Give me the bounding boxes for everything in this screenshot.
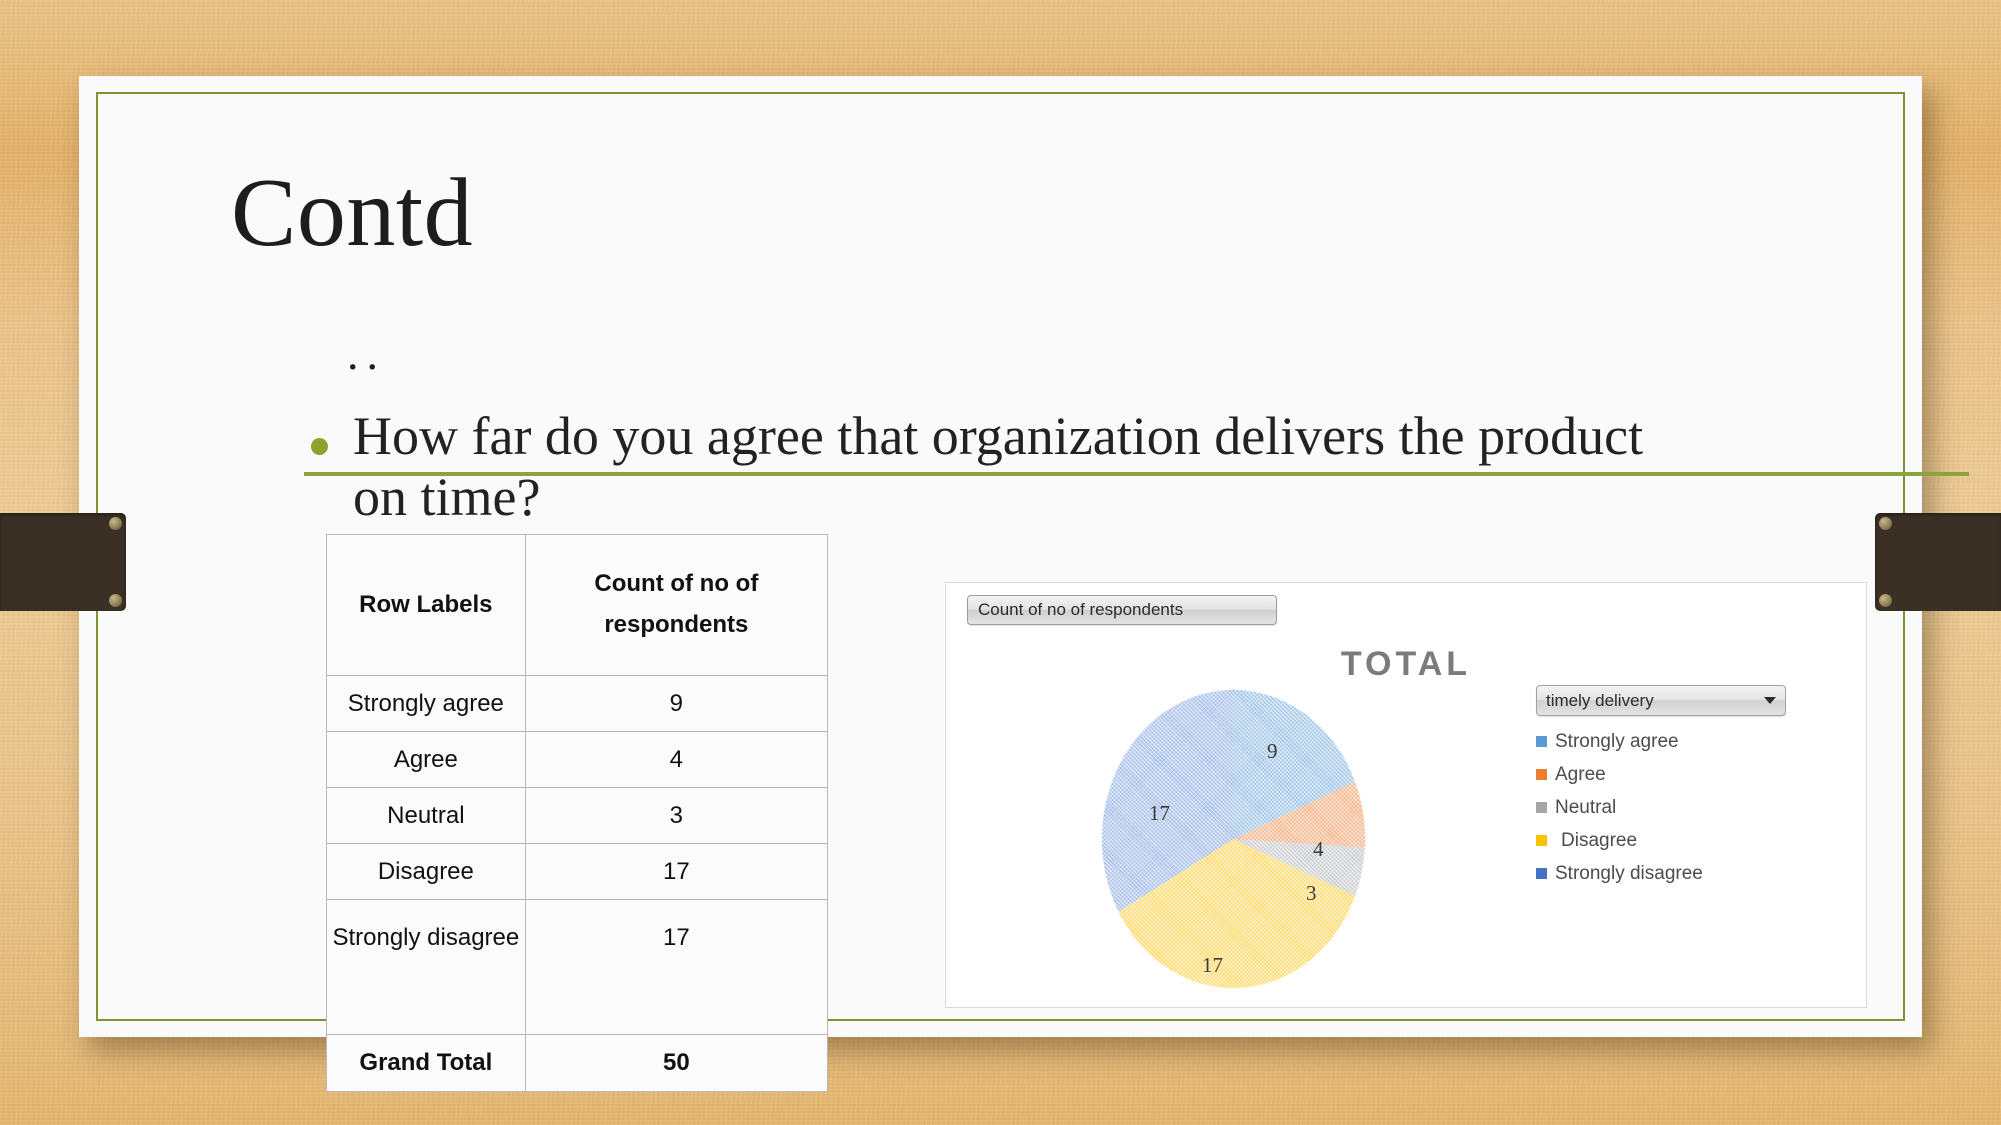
- legend-swatch: [1536, 736, 1547, 747]
- chart-field-button[interactable]: Count of no of respondents: [967, 595, 1277, 625]
- row-value: 3: [524, 787, 829, 844]
- pivot-table: Row Labels Count of no of respondents St…: [326, 534, 829, 1092]
- bullet-dot-icon: [311, 438, 328, 455]
- legend-swatch: [1536, 835, 1547, 846]
- total-label: Grand Total: [326, 1034, 526, 1092]
- leather-strap-right: [1875, 513, 2001, 611]
- question-text: How far do you agree that organization d…: [353, 406, 1644, 528]
- chart-legend: timely delivery Strongly agree Agree Neu…: [1536, 685, 1786, 890]
- row-label: Disagree: [326, 843, 526, 900]
- legend-item-agree: Agree: [1536, 758, 1786, 791]
- table-header-row: Row Labels Count of no of respondents: [326, 534, 829, 676]
- leather-strap-left: [0, 513, 126, 611]
- legend-item-neutral: Neutral: [1536, 791, 1786, 824]
- legend-item-strongly-disagree: Strongly disagree: [1536, 857, 1786, 890]
- legend-swatch: [1536, 769, 1547, 780]
- total-value: 50: [524, 1034, 829, 1092]
- question-bullet-item: How far do you agree that organization d…: [311, 406, 1691, 528]
- table-row: Neutral 3: [326, 787, 829, 844]
- legend-label: Agree: [1555, 763, 1606, 785]
- legend-label: Strongly agree: [1555, 730, 1679, 752]
- chevron-down-icon: [1764, 697, 1776, 704]
- pie-label-disagree: 17: [1202, 953, 1223, 977]
- chart-field-button-label: Count of no of respondents: [978, 600, 1184, 619]
- table-total-row: Grand Total 50: [326, 1034, 829, 1092]
- pie-label-agree: 4: [1313, 837, 1324, 861]
- legend-item-disagree: Disagree: [1536, 824, 1786, 857]
- pie-label-strongly-disagree: 17: [1149, 801, 1170, 825]
- row-label: Strongly agree: [326, 675, 526, 732]
- pie-chart: 9 4 3 17 17: [1101, 689, 1366, 989]
- pie-label-strongly-agree: 9: [1267, 739, 1278, 763]
- legend-field-button[interactable]: timely delivery: [1536, 685, 1786, 716]
- legend-label: Neutral: [1555, 796, 1617, 818]
- legend-swatch: [1536, 868, 1547, 879]
- strap-stud-icon: [1879, 594, 1892, 607]
- row-value: 9: [524, 675, 829, 732]
- chart-title: TOTAL: [1340, 645, 1472, 683]
- row-value: 17: [524, 899, 829, 1035]
- row-label: Neutral: [326, 787, 526, 844]
- row-label: Agree: [326, 731, 526, 788]
- legend-label: Strongly disagree: [1555, 862, 1703, 884]
- pivot-chart: Count of no of respondents TOTAL 9 4 3 1…: [945, 582, 1867, 1008]
- legend-swatch: [1536, 802, 1547, 813]
- slide-canvas: Contd .. How far do you agree that organ…: [79, 76, 1969, 1092]
- pie-slices: [1101, 689, 1366, 989]
- table-row: Disagree 17: [326, 843, 829, 900]
- table-header-count: Count of no of respondents: [524, 534, 829, 676]
- legend-item-strongly-agree: Strongly agree: [1536, 725, 1786, 758]
- row-label: Strongly disagree: [326, 899, 526, 1035]
- body-dots-line: ..: [347, 328, 386, 379]
- pie-label-neutral: 3: [1306, 881, 1317, 905]
- pie-slice-strongly-disagree: [1101, 689, 1366, 989]
- strap-stud-icon: [1879, 517, 1892, 530]
- strap-stud-icon: [109, 594, 122, 607]
- legend-label: Disagree: [1561, 829, 1638, 851]
- row-value: 4: [524, 731, 829, 788]
- strap-stud-icon: [109, 517, 122, 530]
- page-title: Contd: [231, 159, 474, 267]
- legend-field-button-label: timely delivery: [1546, 690, 1654, 710]
- table-row: Agree 4: [326, 731, 829, 788]
- table-header-row-labels: Row Labels: [326, 534, 526, 676]
- table-row: Strongly disagree 17: [326, 899, 829, 1035]
- row-value: 17: [524, 843, 829, 900]
- table-row: Strongly agree 9: [326, 675, 829, 732]
